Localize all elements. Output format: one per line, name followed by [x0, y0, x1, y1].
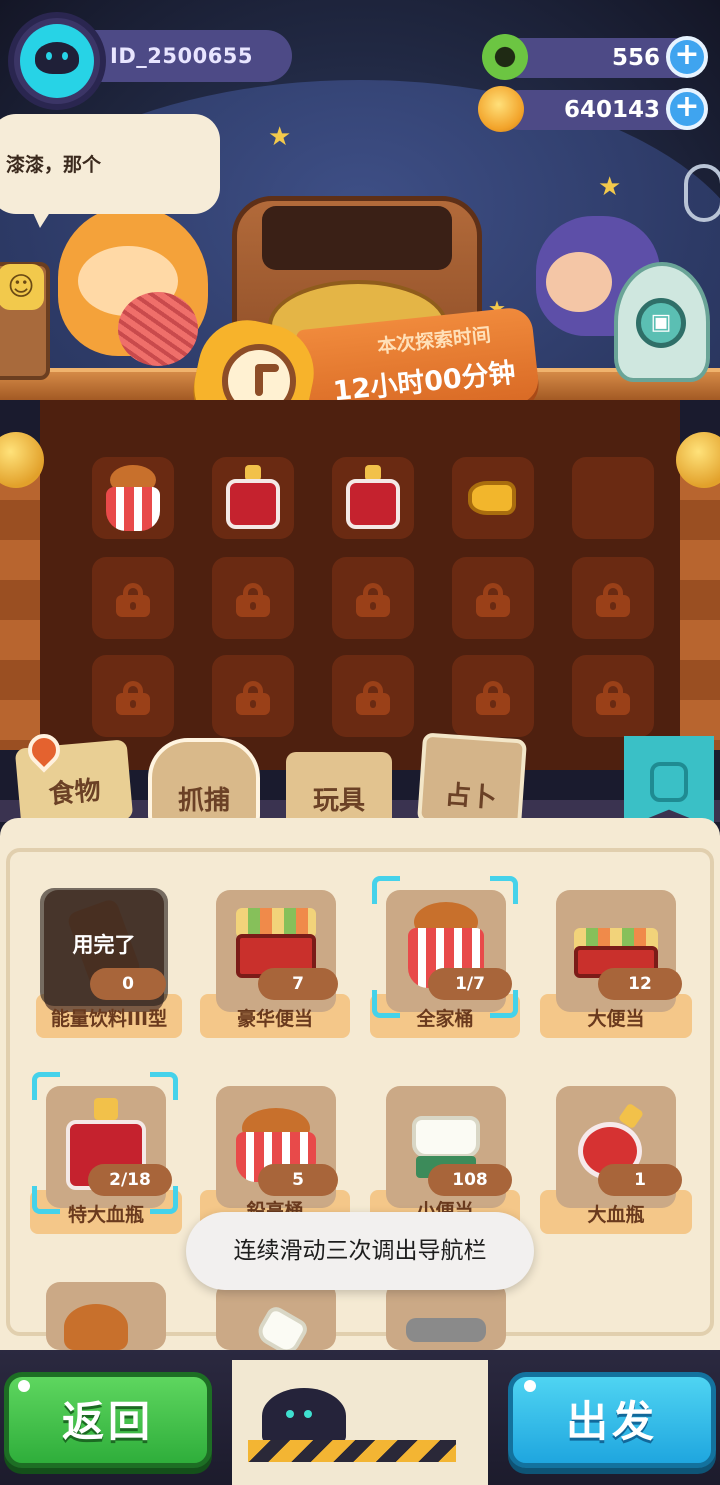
locked-slot	[572, 557, 654, 639]
locked-slot	[92, 655, 174, 737]
lock-icon	[596, 583, 630, 617]
selection-corner	[32, 1072, 60, 1100]
clock-hand	[255, 364, 279, 372]
speech-bubble-tail	[30, 206, 54, 228]
item-partial[interactable]	[386, 1282, 506, 1350]
lock-icon	[476, 583, 510, 617]
item-partial[interactable]	[216, 1282, 336, 1359]
yarn-ball-icon	[118, 292, 198, 366]
critter-eye	[304, 1410, 312, 1418]
slot-4[interactable]	[452, 457, 534, 539]
star-decoration: ★	[598, 172, 622, 202]
selection-corner	[372, 876, 400, 904]
selection-corner	[150, 1072, 178, 1100]
speech-text: 漆漆，那个	[6, 154, 102, 176]
horn-icon	[468, 481, 516, 515]
purple-cat-face	[546, 252, 612, 312]
item-name: 全家桶	[416, 1008, 474, 1030]
add-gold-currency-button[interactable]: +	[666, 88, 708, 130]
lock-icon	[116, 583, 150, 617]
cat-avatar-icon	[35, 42, 79, 74]
item-name: 豪华便当	[236, 1008, 313, 1030]
slot-3[interactable]	[332, 457, 414, 539]
toast-message: 连续滑动三次调出导航栏	[186, 1212, 534, 1290]
item-count: 1	[598, 1164, 682, 1196]
depart-button[interactable]: 出发	[508, 1372, 716, 1468]
slot-5-empty[interactable]	[572, 457, 654, 539]
item-count: 7	[258, 968, 338, 1000]
backpack-flap	[262, 206, 452, 270]
gold-currency-value: 640143	[563, 97, 660, 123]
player-id: ID_2500655	[110, 44, 254, 68]
gold-coin-icon	[478, 86, 524, 132]
item-count: 5	[258, 1164, 338, 1196]
lock-icon	[356, 583, 390, 617]
lock-icon	[356, 681, 390, 715]
locked-slot	[452, 557, 534, 639]
star-decoration: ★	[268, 122, 292, 152]
locked-slot	[332, 655, 414, 737]
tab-label: 抓捕	[177, 786, 230, 816]
item-count: 2/18	[88, 1164, 172, 1196]
item-name: 大血瓶	[587, 1204, 645, 1226]
button-shine	[524, 1380, 536, 1392]
button-shine	[18, 1380, 30, 1392]
meat-icon	[64, 1304, 128, 1350]
locked-slot	[92, 557, 174, 639]
locked-slot	[212, 655, 294, 737]
back-button[interactable]: 返回	[4, 1372, 212, 1468]
tab-label: 占卜	[443, 780, 498, 814]
right-curtain	[680, 460, 720, 750]
item-count: 12	[598, 968, 682, 1000]
locked-slot	[332, 557, 414, 639]
item-count: 1/7	[428, 968, 512, 1000]
add-green-currency-button[interactable]: +	[666, 36, 708, 78]
tab-label: 玩具	[312, 786, 365, 816]
lock-icon	[116, 681, 150, 715]
pan-icon	[406, 1318, 486, 1342]
red-potion-bottle-icon	[346, 479, 400, 529]
locked-slot	[452, 655, 534, 737]
selection-corner	[490, 876, 518, 904]
bucket	[106, 487, 160, 531]
item-count: 108	[428, 1164, 512, 1196]
hazard-stripe	[248, 1440, 456, 1462]
lock-icon	[596, 681, 630, 715]
lock-icon	[236, 583, 270, 617]
lock-icon	[476, 681, 510, 715]
item-name: 能量饮料III型	[50, 1008, 168, 1030]
item-partial[interactable]	[46, 1282, 166, 1350]
clip-icon[interactable]	[684, 164, 720, 222]
tab-label: 食物	[47, 775, 102, 811]
left-curtain	[0, 460, 40, 750]
jar-icon	[650, 762, 688, 802]
locked-slot	[572, 655, 654, 737]
used-up-label: 用完了	[72, 933, 136, 957]
critter-eye	[286, 1410, 294, 1418]
tab-fortune[interactable]: 占卜	[416, 732, 528, 830]
speech-bubble: 漆漆，那个	[0, 114, 220, 214]
locked-slot	[212, 557, 294, 639]
item-name: 大便当	[587, 1008, 645, 1030]
small-bento-icon	[412, 1116, 480, 1158]
slot-1[interactable]	[92, 457, 174, 539]
slot-2[interactable]	[212, 457, 294, 539]
green-currency-value: 556	[611, 45, 660, 71]
lock-icon	[236, 681, 270, 715]
bottle-cap	[94, 1098, 118, 1120]
smiley-sign-icon: ☺	[0, 264, 44, 310]
red-potion-bottle-icon	[226, 479, 280, 529]
green-donut-coin-icon	[482, 34, 528, 80]
item-name: 特大血瓶	[67, 1204, 144, 1226]
rocket-window-icon: ▣	[636, 298, 686, 348]
item-count: 0	[90, 968, 166, 1000]
